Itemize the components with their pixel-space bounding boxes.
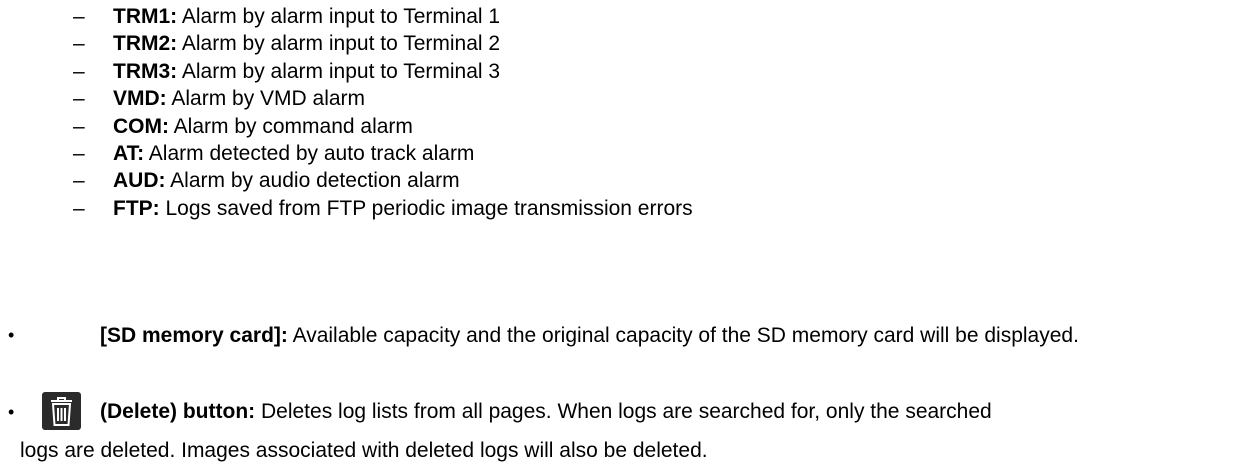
dash-marker: – bbox=[73, 32, 85, 56]
alarm-description: Alarm detected by auto track alarm bbox=[144, 141, 475, 165]
list-item: – AT: Alarm detected by auto track alarm bbox=[73, 140, 693, 167]
sd-card-description: Available capacity and the original capa… bbox=[287, 324, 1079, 347]
alarm-code: TRM2: bbox=[113, 32, 178, 56]
dash-marker: – bbox=[73, 59, 85, 83]
alarm-code: VMD: bbox=[113, 87, 167, 111]
list-item: – TRM2: Alarm by alarm input to Terminal… bbox=[73, 30, 693, 57]
dash-marker: – bbox=[73, 87, 85, 111]
manual-page: – TRM1: Alarm by alarm input to Terminal… bbox=[0, 0, 1243, 462]
alarm-type-list: – TRM1: Alarm by alarm input to Terminal… bbox=[73, 3, 693, 222]
delete-button-term: (Delete) button: bbox=[100, 400, 256, 423]
delete-button-description: Deletes log lists from all pages. When l… bbox=[255, 400, 992, 423]
list-item: – AUD: Alarm by audio detection alarm bbox=[73, 167, 693, 194]
alarm-description: Alarm by alarm input to Terminal 1 bbox=[177, 5, 501, 28]
alarm-description: Alarm by audio detection alarm bbox=[165, 169, 460, 193]
delete-button-item: • (Delete) button: Deletes log lists fro… bbox=[8, 392, 1230, 462]
list-item: – TRM1: Alarm by alarm input to Terminal… bbox=[73, 3, 693, 30]
list-item: – COM: Alarm by command alarm bbox=[73, 113, 693, 140]
delete-button-description-continued: logs are deleted. Images associated with… bbox=[20, 439, 708, 462]
alarm-description: Alarm by alarm input to Terminal 3 bbox=[177, 59, 501, 83]
alarm-description: Logs saved from FTP periodic image trans… bbox=[159, 196, 693, 220]
dash-marker: – bbox=[73, 169, 85, 193]
list-item: – FTP: Logs saved from FTP periodic imag… bbox=[73, 195, 693, 222]
alarm-code: AT: bbox=[113, 141, 145, 165]
dash-marker: – bbox=[73, 196, 85, 220]
alarm-code: TRM1: bbox=[113, 5, 178, 28]
list-item: – VMD: Alarm by VMD alarm bbox=[73, 85, 693, 112]
alarm-description: Alarm by alarm input to Terminal 2 bbox=[177, 32, 501, 56]
alarm-code: COM: bbox=[113, 114, 169, 138]
dash-marker: – bbox=[73, 5, 85, 28]
alarm-description: Alarm by VMD alarm bbox=[166, 87, 366, 111]
alarm-code: FTP: bbox=[113, 196, 160, 220]
dash-marker: – bbox=[73, 141, 85, 165]
bullet-marker: • bbox=[8, 325, 15, 345]
alarm-code: TRM3: bbox=[113, 59, 178, 83]
alarm-code: AUD: bbox=[113, 169, 166, 193]
alarm-description: Alarm by command alarm bbox=[169, 114, 413, 138]
dash-marker: – bbox=[73, 114, 85, 138]
sd-card-item: • [SD memory card]: Available capacity a… bbox=[8, 322, 1230, 349]
trash-icon[interactable] bbox=[42, 392, 81, 430]
list-item: – TRM3: Alarm by alarm input to Terminal… bbox=[73, 58, 693, 85]
bullet-marker: • bbox=[8, 402, 15, 422]
sd-card-term: [SD memory card]: bbox=[100, 324, 288, 347]
